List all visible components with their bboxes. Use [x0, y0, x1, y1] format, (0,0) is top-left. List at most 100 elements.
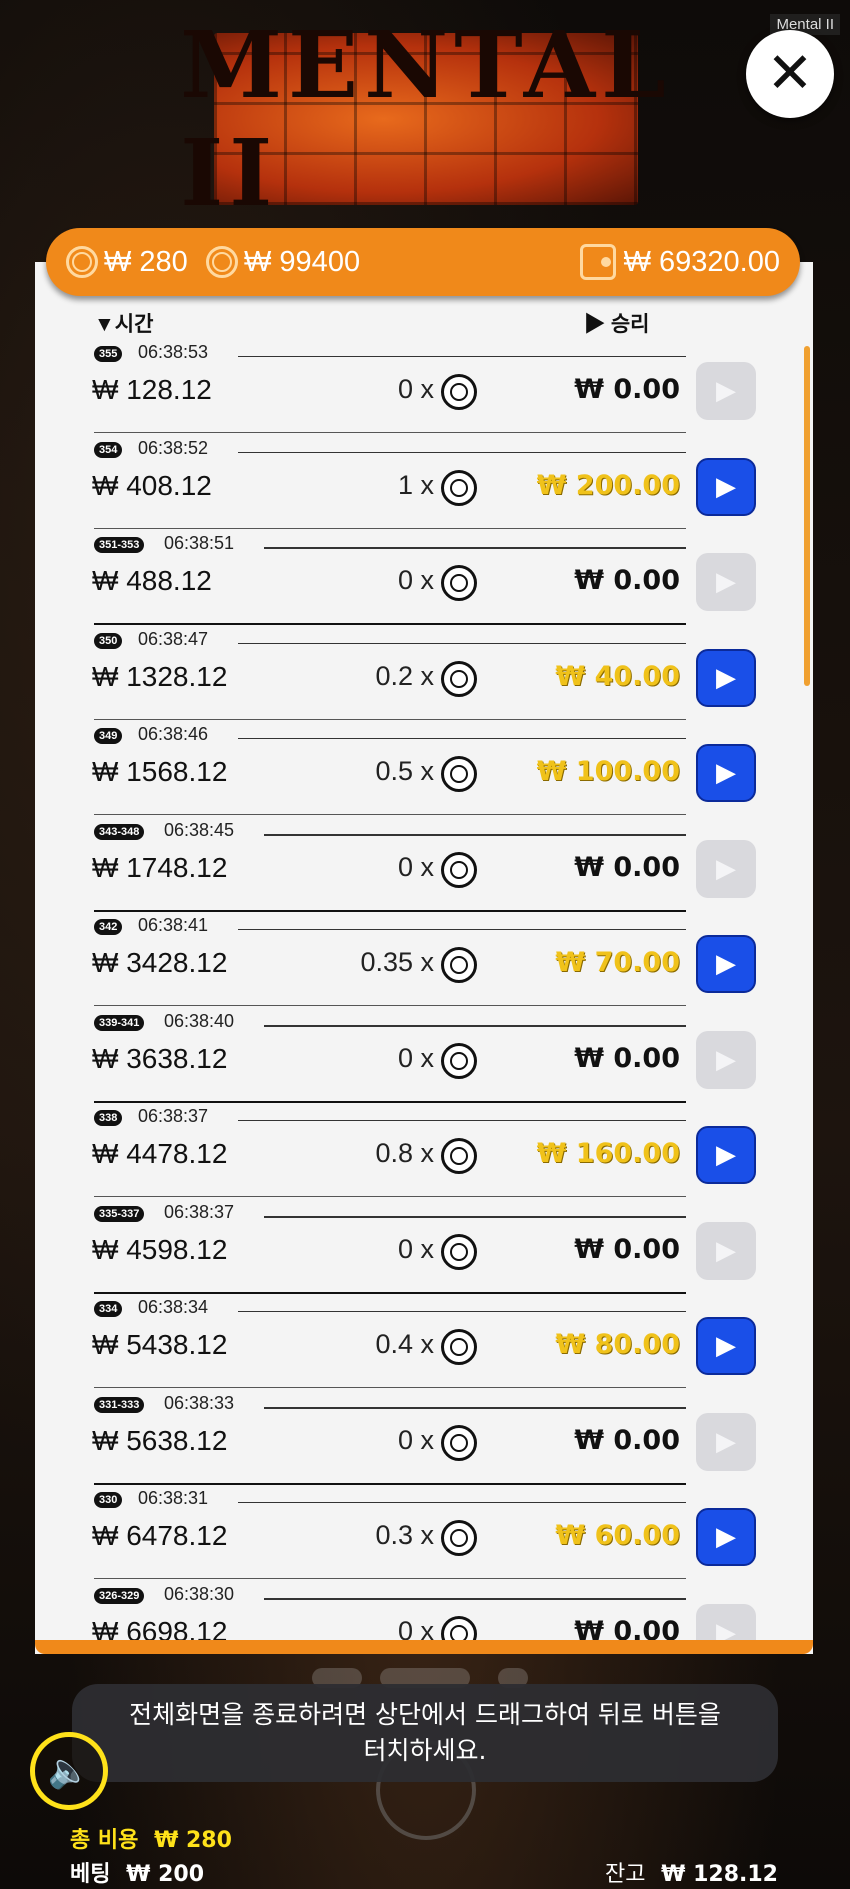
balance-label: 잔고	[605, 1862, 646, 1887]
row-separator	[94, 1005, 686, 1006]
round-time: 06:38:30	[164, 1583, 235, 1604]
replay-button[interactable]: ▶	[696, 1126, 756, 1184]
row-balance: ₩ 488.12	[92, 565, 212, 596]
replay-button[interactable]: ▶	[696, 1412, 756, 1471]
row-balance: ₩ 3428.12	[92, 947, 228, 978]
history-list[interactable]: 355 06:38:53 ₩ 128.12 0 x ₩ 0.00 ▶ 354 06:38:52…	[0, 0, 850, 1640]
replay-button[interactable]: ▶	[696, 1317, 756, 1375]
replay-button[interactable]: ▶	[696, 362, 756, 420]
replay-button[interactable]: ▶	[696, 935, 756, 993]
replay-button[interactable]: ▶	[696, 1030, 756, 1089]
toast-line-2: 터치하세요.	[363, 1736, 487, 1765]
row-multiplier: 0.35 x	[360, 947, 434, 977]
play-icon: ▶	[716, 1044, 736, 1075]
row-multiplier: 0 x	[397, 1615, 434, 1641]
replay-button[interactable]: ▶	[696, 839, 756, 898]
row-rule	[238, 1311, 686, 1312]
history-row: 331-333 06:38:33 ₩ 5638.12 0 x ₩ 0.00 ▶	[0, 1393, 850, 1492]
coin-icon	[441, 1520, 477, 1556]
row-separator	[94, 1196, 686, 1197]
round-time: 06:38:41	[138, 915, 209, 935]
row-balance: ₩ 4478.12	[92, 1138, 228, 1169]
round-badge: 351-353	[94, 537, 145, 553]
row-win: ₩ 40.00	[555, 660, 680, 692]
row-multiplier: 0.8 x	[375, 1138, 434, 1168]
history-row: 338 06:38:37 ₩ 4478.12 0.8 x ₩ 160.00 ▶	[0, 1106, 850, 1205]
row-rule	[238, 929, 686, 930]
coin-icon	[441, 469, 477, 506]
coin-icon	[441, 1329, 477, 1365]
replay-button[interactable]: ▶	[696, 648, 756, 707]
history-row: 339-341 06:38:40 ₩ 3638.12 0 x ₩ 0.00 ▶	[0, 1011, 850, 1110]
round-badge: 349	[94, 728, 123, 744]
row-multiplier: 0 x	[397, 1233, 434, 1264]
toast-line-1: 전체화면을 종료하려면 상단에서 드래그하여 뒤로 버튼을	[129, 1699, 721, 1729]
row-separator	[94, 1387, 686, 1388]
play-icon: ▶	[716, 1617, 736, 1641]
row-rule	[238, 642, 686, 644]
round-time: 06:38:45	[164, 819, 235, 840]
round-badge: 335-337	[94, 1205, 145, 1222]
row-balance: ₩ 1328.12	[92, 660, 228, 692]
row-balance: ₩ 5638.12	[92, 1424, 228, 1456]
row-rule	[238, 451, 686, 453]
round-time: 06:38:53	[138, 342, 209, 362]
replay-button[interactable]: ▶	[696, 1603, 756, 1641]
play-icon: ▶	[716, 662, 736, 693]
replay-button[interactable]: ▶	[696, 1221, 756, 1280]
row-win: ₩ 0.00	[574, 1233, 680, 1265]
round-badge: 330	[94, 1492, 123, 1508]
replay-button[interactable]: ▶	[696, 553, 756, 611]
row-balance: ₩ 408.12	[92, 469, 212, 501]
round-time: 06:38:33	[164, 1392, 235, 1413]
replay-button[interactable]: ▶	[696, 1508, 756, 1566]
coin-icon	[441, 756, 477, 792]
row-separator	[94, 909, 686, 912]
play-icon: ▶	[716, 949, 736, 979]
coin-icon	[441, 1042, 477, 1079]
play-icon: ▶	[716, 471, 736, 502]
play-icon: ▶	[716, 758, 736, 788]
round-time: 06:38:46	[138, 724, 209, 744]
row-multiplier: 0.3 x	[375, 1520, 434, 1550]
round-time: 06:38:37	[138, 1106, 209, 1126]
history-row: 342 06:38:41 ₩ 3428.12 0.35 x ₩ 70.00 ▶	[0, 915, 850, 1014]
row-balance: ₩ 3638.12	[92, 1042, 228, 1074]
replay-button[interactable]: ▶	[696, 744, 756, 802]
play-icon: ▶	[716, 1426, 736, 1457]
row-win: ₩ 0.00	[574, 1042, 680, 1074]
row-multiplier: 0.5 x	[375, 756, 434, 786]
round-time: 06:38:52	[138, 437, 209, 458]
total-cost-label: 총 비용	[70, 1828, 139, 1853]
row-win: ₩ 160.00	[536, 1138, 680, 1169]
history-row: 343-348 06:38:45 ₩ 1748.12 0 x ₩ 0.00 ▶	[0, 820, 850, 919]
row-separator	[94, 1578, 686, 1579]
round-badge: 331-333	[94, 1396, 145, 1413]
row-balance: ₩ 1748.12	[92, 851, 228, 883]
sound-button[interactable]: 🔈	[30, 1732, 108, 1810]
history-row: 354 06:38:52 ₩ 408.12 1 x ₩ 200.00 ▶	[0, 438, 850, 537]
play-icon: ▶	[716, 1235, 736, 1266]
play-icon: ▶	[716, 1522, 736, 1552]
fullscreen-toast: 전체화면을 종료하려면 상단에서 드래그하여 뒤로 버튼을 터치하세요.	[72, 1684, 778, 1782]
history-row: 334 06:38:34 ₩ 5438.12 0.4 x ₩ 80.00 ▶	[0, 1297, 850, 1396]
row-multiplier: 0 x	[397, 851, 434, 882]
row-multiplier: 0 x	[397, 374, 434, 404]
history-row: 350 06:38:47 ₩ 1328.12 0.2 x ₩ 40.00 ▶	[0, 629, 850, 728]
round-badge: 326-329	[94, 1587, 145, 1604]
row-rule	[264, 1024, 686, 1027]
row-balance: ₩ 6478.12	[92, 1520, 228, 1551]
row-rule	[264, 547, 686, 549]
row-separator	[94, 814, 686, 815]
row-balance: ₩ 6698.12	[92, 1615, 228, 1641]
row-rule	[238, 1502, 686, 1503]
coin-icon	[441, 565, 477, 601]
row-win: ₩ 200.00	[536, 469, 680, 501]
coin-icon	[441, 374, 477, 410]
history-row: 326-329 06:38:30 ₩ 6698.12 0 x ₩ 0.00 ▶	[0, 1584, 850, 1641]
round-badge: 355	[94, 346, 123, 362]
round-badge: 342	[94, 919, 123, 935]
replay-button[interactable]: ▶	[696, 457, 756, 516]
row-separator	[94, 1482, 686, 1485]
row-rule	[264, 1406, 686, 1409]
